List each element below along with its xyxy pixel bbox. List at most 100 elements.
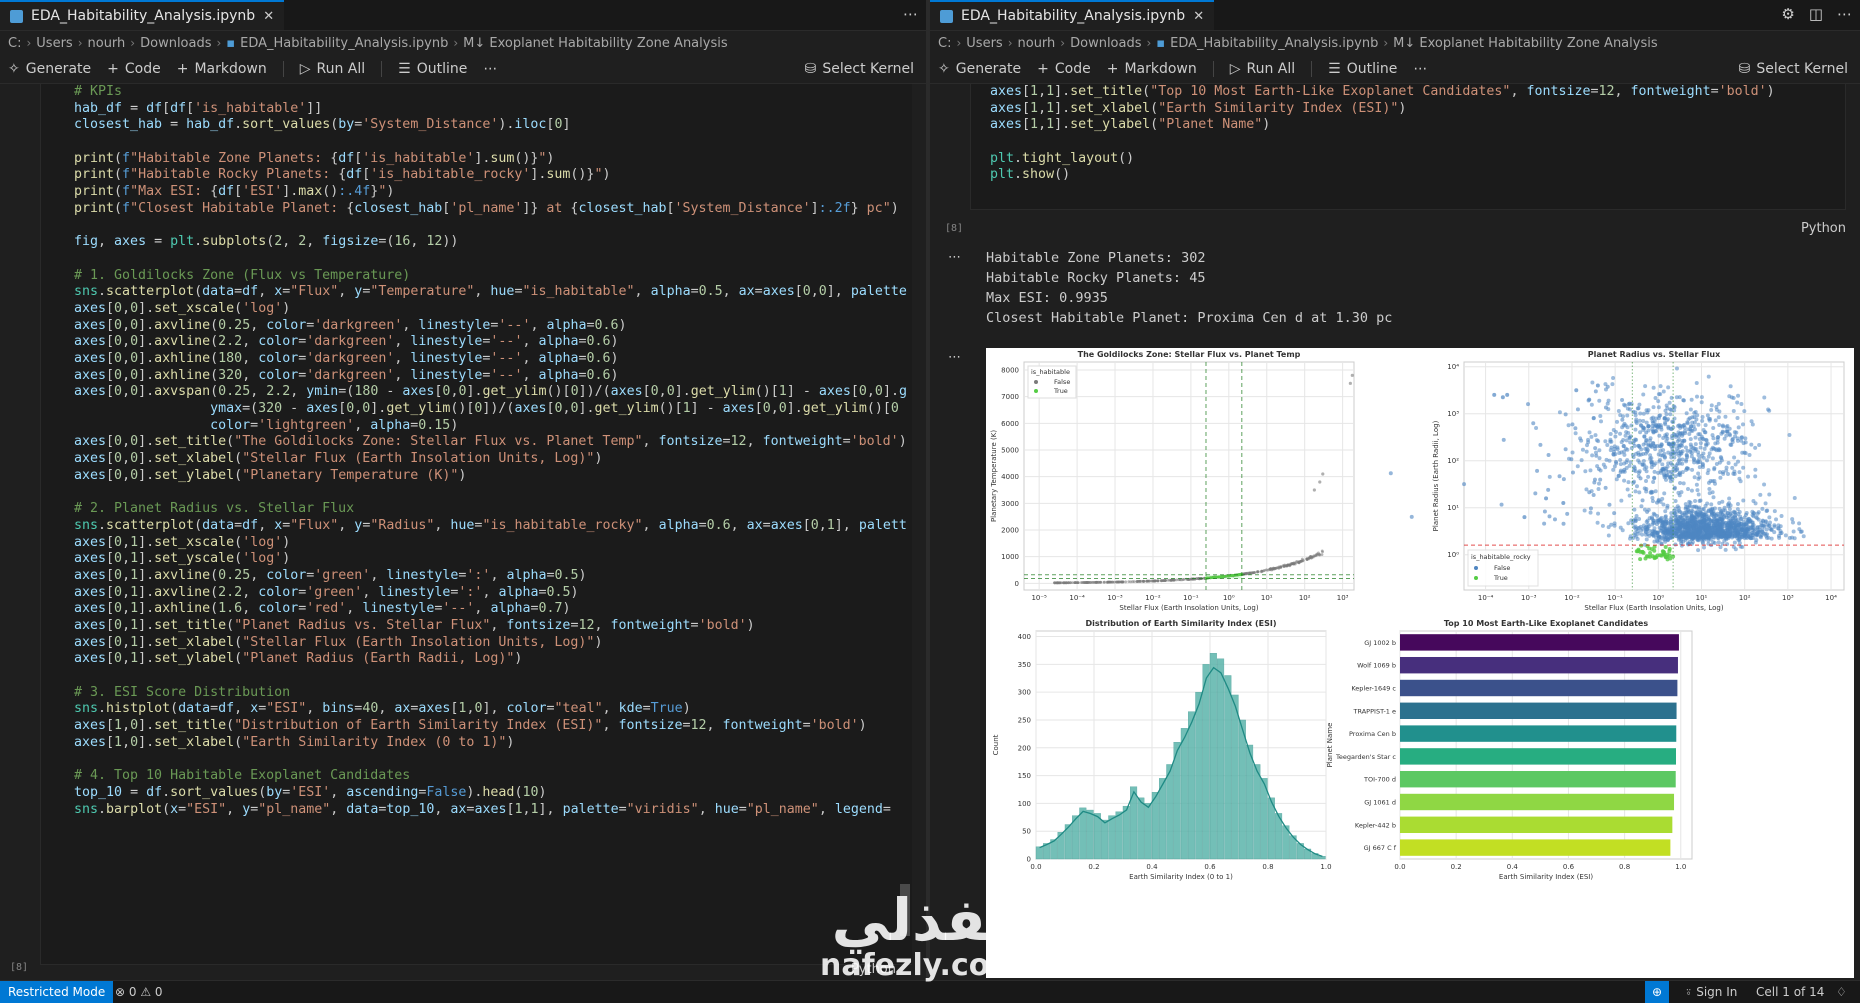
scatter-point — [1753, 445, 1758, 450]
language-label[interactable]: Python — [1801, 221, 1846, 236]
scatter-point — [1318, 480, 1322, 484]
scatter-point — [1736, 459, 1741, 464]
breadcrumb-item[interactable]: EDA_Habitability_Analysis.ipynb — [1170, 36, 1378, 51]
scatter-point — [1099, 580, 1102, 584]
scatter-point — [1640, 532, 1645, 537]
sign-in-button[interactable]: ⍤ Sign In — [1685, 981, 1737, 1003]
scatter-point — [1668, 442, 1673, 447]
scatter-point — [1693, 448, 1698, 453]
scatter-point — [1679, 538, 1684, 543]
scatter-point — [1646, 424, 1651, 429]
output-line: Habitable Rocky Planets: 45 — [986, 270, 1206, 286]
run-all-button[interactable]: ▷ Run All — [300, 61, 365, 77]
scatter-point — [1593, 446, 1598, 451]
breadcrumb-item[interactable]: Users — [966, 36, 1002, 51]
cell-indicator[interactable]: Cell 1 of 14 — [1756, 981, 1824, 1003]
restricted-mode-badge[interactable]: Restricted Mode — [0, 981, 114, 1003]
scatter-point — [1312, 554, 1316, 558]
close-icon[interactable]: ✕ — [1193, 9, 1204, 24]
scatter-point — [1596, 511, 1601, 516]
tick-label: 10⁻¹ — [1607, 594, 1623, 602]
breadcrumb-item[interactable]: M↓ Exoplanet Habitability Zone Analysis — [463, 36, 727, 51]
scatter-point — [1692, 420, 1697, 425]
outline-button[interactable]: ☰ Outline — [398, 61, 467, 77]
more-actions-icon[interactable]: ⋯ — [1837, 5, 1852, 23]
more-icon[interactable]: ⋯ — [483, 61, 497, 77]
legend-marker — [1474, 566, 1478, 570]
tick-label: 0 — [1015, 580, 1019, 588]
add-markdown-button[interactable]: + Markdown — [1107, 61, 1197, 77]
more-actions-icon[interactable]: ⋯ — [903, 5, 918, 23]
add-markdown-button[interactable]: + Markdown — [177, 61, 267, 77]
code-cell[interactable]: # KPIs hab_df = df[df['is_habitable']] clo… — [40, 83, 912, 965]
scatter-point — [1679, 490, 1684, 495]
scatter-point — [1633, 413, 1638, 418]
breadcrumb-item[interactable]: Downloads — [140, 36, 211, 51]
add-code-button[interactable]: + Code — [1037, 61, 1091, 77]
run-all-button[interactable]: ▷ Run All — [1230, 61, 1295, 77]
generate-button[interactable]: ✧ Generate — [8, 61, 91, 77]
scatter-point — [1725, 472, 1730, 477]
breadcrumb-item[interactable]: nourh — [1018, 36, 1056, 51]
generate-button[interactable]: ✧ Generate — [938, 61, 1021, 77]
breadcrumb-item[interactable]: C: — [8, 36, 21, 51]
breadcrumb-item[interactable]: Users — [36, 36, 72, 51]
scatter-point — [1724, 465, 1729, 470]
scatter-point — [1757, 442, 1762, 447]
select-kernel-button[interactable]: ⛁ Select Kernel — [805, 61, 914, 77]
output-more-icon[interactable]: ⋯ — [948, 250, 961, 265]
split-editor-icon[interactable]: ◫ — [1809, 5, 1823, 23]
scatter-point — [1720, 499, 1725, 504]
scatter-point — [1641, 452, 1646, 457]
scatter-point — [1711, 526, 1716, 531]
code-editor[interactable]: axes[1,1].set_title("Top 10 Most Earth-L… — [971, 84, 1845, 184]
breadcrumb-item[interactable]: EDA_Habitability_Analysis.ipynb — [240, 36, 448, 51]
code-cell[interactable]: axes[1,1].set_title("Top 10 Most Earth-L… — [970, 83, 1846, 210]
scatter-point — [1266, 568, 1270, 572]
scatter-point — [1594, 438, 1599, 443]
scatter-point — [1648, 456, 1653, 461]
right-notebook-tab[interactable]: EDA_Habitability_Analysis.ipynb ✕ — [930, 0, 1215, 30]
code-editor[interactable]: # KPIs hab_df = df[df['is_habitable']] clo… — [41, 84, 912, 818]
bell-icon[interactable]: ♢ — [1836, 981, 1847, 1003]
problems-indicator[interactable]: ⊗ 0 ⚠ 0 — [115, 981, 163, 1003]
outline-button[interactable]: ☰ Outline — [1328, 61, 1397, 77]
scatter-point — [1637, 402, 1642, 407]
status-bar: Restricted Mode ⊗ 0 ⚠ 0 ⊕ ⍤ Sign In Cell … — [0, 980, 1860, 1003]
zoom-icon[interactable]: ⊕ — [1645, 981, 1669, 1003]
scatter-point — [1700, 418, 1705, 423]
scatter-point — [1563, 412, 1568, 417]
axis-label: Planet Radius (Earth Radii, Log) — [1432, 420, 1440, 531]
kernel-icon: ⛁ — [1738, 61, 1751, 77]
scatter-point — [1645, 509, 1650, 514]
breadcrumb-item[interactable]: M↓ Exoplanet Habitability Zone Analysis — [1393, 36, 1657, 51]
scatter-point — [1321, 550, 1324, 554]
more-icon[interactable]: ⋯ — [1413, 61, 1427, 77]
legend-marker — [1474, 576, 1478, 580]
scatter-point — [1743, 451, 1748, 456]
scatter-point — [1680, 438, 1685, 443]
breadcrumb-item[interactable]: Downloads — [1070, 36, 1141, 51]
add-code-button[interactable]: + Code — [107, 61, 161, 77]
close-icon[interactable]: ✕ — [263, 9, 274, 24]
histogram-bar — [1151, 792, 1159, 860]
output-more-icon[interactable]: ⋯ — [948, 350, 961, 365]
scatter-point-habitable — [1648, 551, 1653, 556]
left-notebook-tab[interactable]: EDA_Habitability_Analysis.ipynb ✕ — [0, 0, 285, 30]
gear-icon[interactable]: ⚙ — [1781, 5, 1794, 23]
scatter-point — [1127, 580, 1131, 584]
scatter-point — [1713, 418, 1718, 423]
scatter-point — [1731, 409, 1736, 414]
scatter-point — [1611, 452, 1616, 457]
scatter-point — [1688, 407, 1693, 412]
breadcrumb-item[interactable]: nourh — [88, 36, 126, 51]
scatter-point — [1680, 433, 1685, 438]
scatter-point — [1666, 426, 1671, 431]
breadcrumb: C: › Users › nourh › Downloads › ▪ EDA_Habit… — [8, 35, 728, 51]
scatter-point — [1732, 455, 1737, 460]
breadcrumb-item[interactable]: C: — [938, 36, 951, 51]
select-kernel-button[interactable]: ⛁ Select Kernel — [1739, 61, 1848, 77]
scatter-point — [1652, 469, 1657, 474]
tick-label: 0.8 — [1262, 863, 1273, 871]
scatter-point — [1696, 548, 1701, 553]
